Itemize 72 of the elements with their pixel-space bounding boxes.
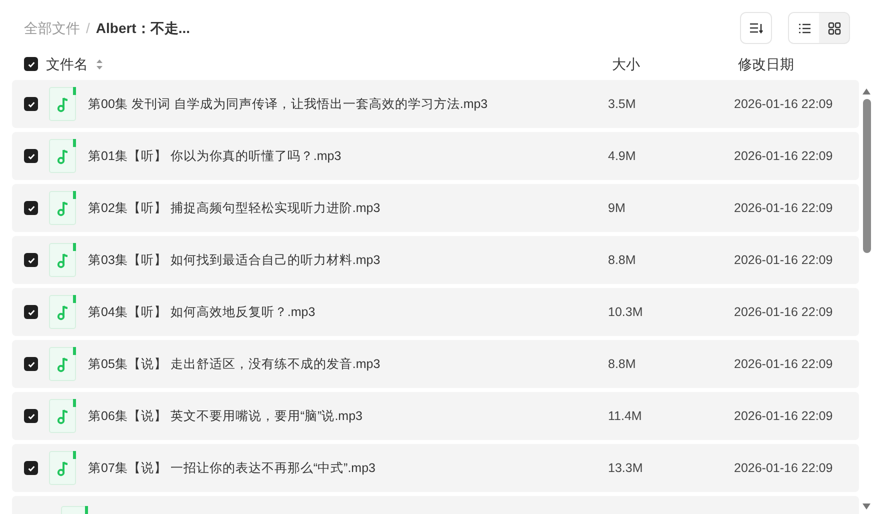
file-size: 10.3M <box>608 304 644 321</box>
audio-file-icon <box>49 295 76 329</box>
sort-icon <box>749 22 763 34</box>
audio-file-icon <box>49 399 76 433</box>
file-row[interactable]: 第04集【听】 如何高效地反复听？.mp3 10.3M 2026-01-16 22:09 <box>12 288 859 336</box>
column-header[interactable]: 修改日期 <box>738 54 794 74</box>
file-name: 第00集 发刊词 自学成为同声传译，让我悟出一套高效的学习方法.mp3 <box>88 96 488 113</box>
column-header[interactable]: 大小 <box>612 54 738 74</box>
file-name: 第04集【听】 如何高效地反复听？.mp3 <box>88 304 316 321</box>
audio-file-icon <box>49 243 76 277</box>
check-icon <box>26 412 36 420</box>
sort-button[interactable] <box>740 12 772 44</box>
check-icon <box>26 360 36 368</box>
file-size: 13.3M <box>608 460 644 477</box>
file-name: 第05集【说】 走出舒适区，没有练不成的发音.mp3 <box>88 356 380 373</box>
file-row[interactable]: 第02集【听】 捕捉高频句型轻松实现听力进阶.mp3 9M 2026-01-16 22:09 <box>12 184 859 232</box>
modified-date: 2026-01-16 22:09 <box>734 148 833 165</box>
file-row[interactable]: 第05集【说】 走出舒适区，没有练不成的发音.mp3 8.8M 2026-01-16 22:09 <box>12 340 859 388</box>
audio-file-icon <box>49 191 76 225</box>
scroll-down-icon[interactable] <box>862 503 871 510</box>
checkbox[interactable] <box>24 57 38 71</box>
audio-file-icon <box>49 347 76 381</box>
modified-date: 2026-01-16 22:09 <box>734 252 833 269</box>
modified-date: 2026-01-16 22:09 <box>734 460 833 477</box>
checkbox[interactable] <box>24 201 38 215</box>
check-icon <box>26 152 36 160</box>
modified-date: 2026-01-16 22:09 <box>734 408 833 425</box>
file-size: 4.9M <box>608 148 637 165</box>
file-name: 第03集【听】 如何找到最适合自己的听力材料.mp3 <box>88 252 380 269</box>
column-header[interactable]: 文件名 <box>46 54 88 74</box>
file-row[interactable]: 第07集【说】 一招让你的表达不再那么“中式”.mp3 13.3M 2026-01-16 22:09 <box>12 444 859 492</box>
sort-arrows-icon[interactable] <box>96 58 103 70</box>
file-name: 第06集【说】 英文不要用嘴说，要用“脑”说.mp3 <box>88 408 362 425</box>
scrollbar-thumb[interactable] <box>862 99 870 253</box>
file-size: 9M <box>608 200 626 217</box>
check-icon <box>26 308 36 316</box>
breadcrumb-separator: / <box>86 18 90 38</box>
check-icon <box>26 464 36 472</box>
audio-file-icon <box>49 139 76 173</box>
file-row[interactable]: 第03集【听】 如何找到最适合自己的听力材料.mp3 8.8M 2026-01-16 22:09 <box>12 236 859 284</box>
checkbox[interactable] <box>24 409 38 423</box>
audio-file-icon <box>49 451 76 485</box>
checkbox[interactable] <box>24 357 38 371</box>
checkbox[interactable] <box>24 461 38 475</box>
file-name: 第01集【听】 你以为你真的听懂了吗？.mp3 <box>88 148 342 165</box>
scroll-up-icon[interactable] <box>862 88 871 95</box>
file-size: 11.4M <box>608 408 643 425</box>
file-size: 8.8M <box>608 252 637 269</box>
check-icon <box>26 256 36 264</box>
checkbox[interactable] <box>24 305 38 319</box>
check-icon <box>26 60 36 68</box>
checkbox[interactable] <box>24 253 38 267</box>
check-icon <box>26 204 36 212</box>
file-size: 8.8M <box>608 356 637 373</box>
checkbox[interactable] <box>24 149 38 163</box>
checkbox[interactable] <box>24 97 38 111</box>
file-row[interactable]: 第01集【听】 你以为你真的听懂了吗？.mp3 4.9M 2026-01-16 22:09 <box>12 132 859 180</box>
grid-icon <box>828 22 840 34</box>
breadcrumb-item: Albert：不走... <box>96 18 190 38</box>
modified-date: 2026-01-16 22:09 <box>734 304 833 321</box>
file-row[interactable]: 第00集 发刊词 自学成为同声传译，让我悟出一套高效的学习方法.mp3 3.5M 2026-01-16 22:09 <box>12 80 859 128</box>
modified-date: 2026-01-16 22:09 <box>734 96 833 113</box>
file-size: 3.5M <box>608 96 637 113</box>
modified-date: 2026-01-16 22:09 <box>734 200 833 217</box>
audio-file-icon <box>49 87 76 121</box>
modified-date: 2026-01-16 22:09 <box>734 356 833 373</box>
list-icon <box>798 22 810 34</box>
file-row[interactable]: 第06集【说】 英文不要用嘴说，要用“脑”说.mp3 11.4M 2026-01-16 22:09 <box>12 392 859 440</box>
check-icon <box>26 100 36 108</box>
file-name: 第07集【说】 一招让你的表达不再那么“中式”.mp3 <box>88 460 376 477</box>
list-view-button[interactable] <box>789 13 819 43</box>
file-name: 第02集【听】 捕捉高频句型轻松实现听力进阶.mp3 <box>88 200 380 217</box>
